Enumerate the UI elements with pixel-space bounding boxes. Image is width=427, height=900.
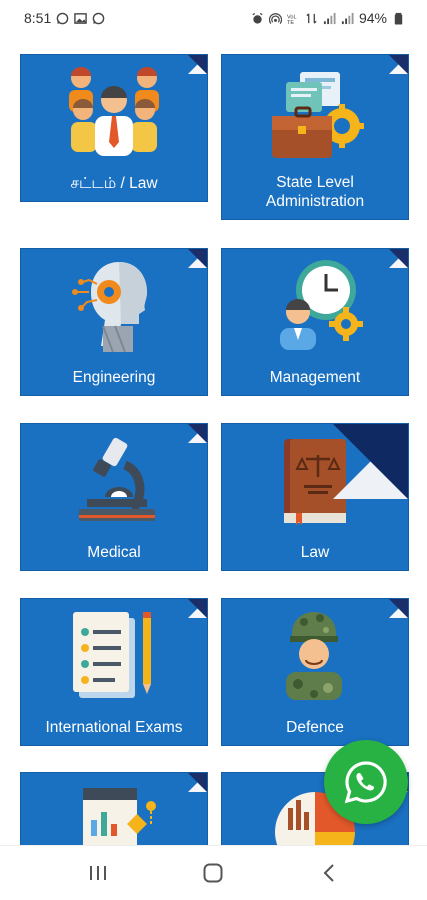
tile-label: Medical	[87, 544, 141, 561]
tile-international-exams[interactable]: International Exams	[20, 598, 208, 746]
navigation-bar	[0, 845, 427, 900]
home-button[interactable]	[183, 853, 243, 893]
back-button[interactable]	[299, 853, 359, 893]
back-icon	[323, 864, 334, 882]
tile-defence[interactable]: Defence	[221, 598, 409, 746]
tile-label: International Exams	[45, 719, 183, 736]
tile-label: Engineering	[72, 369, 156, 386]
microscope-icon	[79, 437, 155, 521]
tile-label: Defence	[286, 719, 344, 736]
home-icon	[203, 863, 223, 883]
tile-engineering[interactable]: Engineering	[20, 248, 208, 396]
tile-label: State Level Administration	[265, 174, 365, 210]
tile-label: சட்டம் / Law	[70, 175, 158, 192]
checklist-pencil-icon	[73, 612, 151, 698]
recents-button[interactable]	[68, 853, 128, 893]
tile-law-tamil[interactable]: சட்டம் / Law	[20, 54, 208, 202]
recents-icon	[89, 866, 106, 880]
soldier-icon	[286, 612, 342, 700]
tile-medical[interactable]: Medical	[20, 423, 208, 571]
page-fold	[333, 424, 408, 499]
tile-label: Law	[300, 544, 330, 561]
tile-label: Management	[269, 369, 361, 386]
people-group-icon	[69, 67, 159, 156]
whatsapp-icon	[344, 761, 387, 804]
whatsapp-button[interactable]	[324, 740, 408, 824]
briefcase-gear-icon	[272, 72, 364, 158]
clock-manager-icon	[280, 260, 363, 350]
robot-head-icon	[72, 262, 147, 353]
tile-law[interactable]: Law	[221, 423, 409, 571]
tile-management[interactable]: Management	[221, 248, 409, 396]
tile-state-level-administration[interactable]: State Level Administration	[221, 54, 409, 220]
